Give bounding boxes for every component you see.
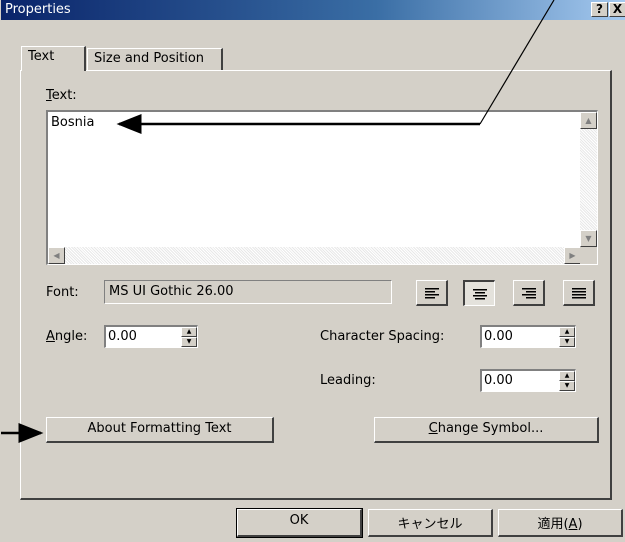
properties-dialog: Properties ? X Text Size and Position Te…	[0, 0, 625, 542]
leading-up-icon[interactable]: ▲	[559, 371, 575, 381]
align-left-icon	[425, 288, 439, 299]
leading-label: Leading:	[320, 373, 376, 388]
align-right-icon	[522, 288, 536, 299]
scroll-down-icon[interactable]: ▼	[580, 230, 597, 247]
angle-down-icon[interactable]: ▼	[181, 337, 197, 347]
help-button[interactable]: ?	[591, 2, 608, 17]
leading-down-icon[interactable]: ▼	[559, 381, 575, 391]
character-spacing-up-icon[interactable]: ▲	[559, 327, 575, 337]
character-spacing-spinner[interactable]: 0.00 ▲ ▼	[480, 325, 576, 348]
scroll-up-icon[interactable]: ▲	[580, 112, 597, 129]
leading-value[interactable]: 0.00	[484, 373, 513, 388]
align-justify-button[interactable]	[563, 280, 595, 306]
font-field: MS UI Gothic 26.00	[104, 280, 392, 304]
ok-button[interactable]: OK	[236, 508, 363, 538]
leading-spinner[interactable]: 0.00 ▲ ▼	[480, 369, 576, 392]
apply-button[interactable]: 適用(A)	[498, 509, 623, 537]
tab-text[interactable]: Text	[21, 46, 86, 71]
align-center-button[interactable]	[463, 280, 495, 306]
align-right-button[interactable]	[513, 280, 545, 306]
title-bar[interactable]: Properties ? X	[1, 0, 625, 20]
tab-text-label: Text	[28, 49, 55, 64]
angle-spinner[interactable]: 0.00 ▲ ▼	[104, 325, 198, 348]
text-label: Text:	[46, 88, 77, 103]
font-label: Font:	[46, 285, 79, 300]
angle-label: Angle:	[46, 329, 88, 344]
character-spacing-value[interactable]: 0.00	[484, 329, 513, 344]
align-center-icon	[473, 289, 487, 300]
tab-size-label: Size and Position	[94, 51, 205, 66]
align-justify-icon	[572, 288, 586, 299]
scroll-left-icon[interactable]: ◀	[48, 247, 65, 264]
vertical-scrollbar[interactable]: ▲ ▼	[580, 112, 597, 247]
tab-size-and-position[interactable]: Size and Position	[87, 48, 223, 71]
window-title: Properties	[5, 2, 71, 17]
character-spacing-down-icon[interactable]: ▼	[559, 337, 575, 347]
about-formatting-text-button[interactable]: About Formatting Text	[46, 417, 274, 443]
cancel-button[interactable]: キャンセル	[368, 509, 493, 537]
angle-value[interactable]: 0.00	[108, 329, 137, 344]
scrollbar-corner	[580, 247, 597, 264]
character-spacing-label: Character Spacing:	[320, 329, 445, 344]
horizontal-scrollbar[interactable]: ◀ ▶	[48, 247, 581, 264]
align-left-button[interactable]	[416, 280, 448, 306]
change-symbol-button[interactable]: Change Symbol...	[374, 417, 599, 443]
close-button[interactable]: X	[609, 2, 625, 17]
text-input[interactable]: Bosnia ▲ ▼ ◀ ▶	[46, 110, 598, 265]
scroll-right-icon[interactable]: ▶	[564, 247, 581, 264]
text-input-value: Bosnia	[51, 115, 95, 130]
angle-up-icon[interactable]: ▲	[181, 327, 197, 337]
